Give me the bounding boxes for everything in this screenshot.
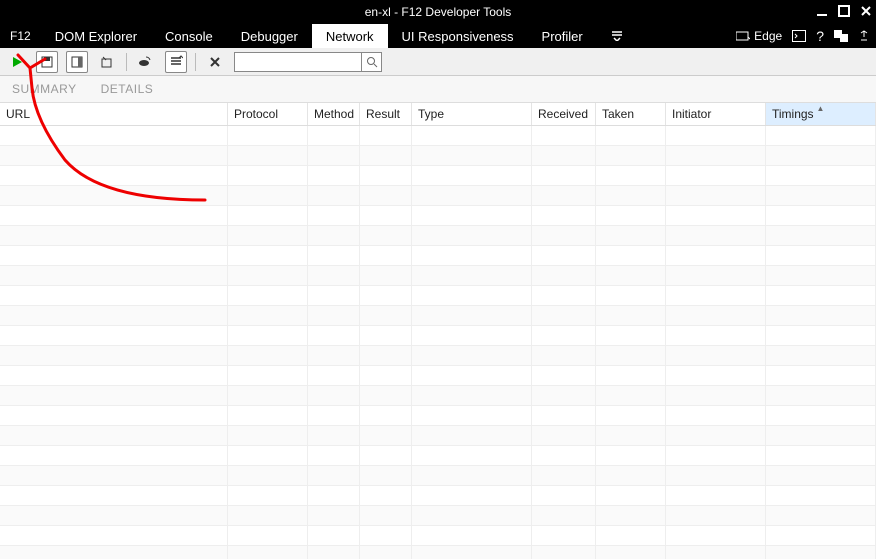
column-protocol[interactable]: Protocol [228,103,308,125]
minimize-button[interactable] [816,5,828,20]
content-type-filter-button[interactable] [165,51,187,73]
table-row [0,286,876,306]
grid-body [0,126,876,559]
table-row [0,146,876,166]
clear-session-button[interactable] [204,51,226,73]
menubar: F12 DOM Explorer Console Debugger Networ… [0,24,876,48]
search-box [234,52,382,72]
unpin-button[interactable] [858,30,870,42]
dock-button[interactable] [834,30,848,42]
column-result[interactable]: Result [360,103,412,125]
tab-network[interactable]: Network [312,24,388,48]
edge-target-button[interactable]: Edge [736,29,782,43]
window-controls [816,5,872,20]
network-toolbar [0,48,876,76]
table-row [0,546,876,559]
clear-cookies-button[interactable] [96,51,118,73]
clear-cache-button[interactable] [66,51,88,73]
table-row [0,166,876,186]
table-row [0,526,876,546]
subtab-summary[interactable]: SUMMARY [12,82,77,96]
table-row [0,206,876,226]
titlebar: en-xl - F12 Developer Tools [0,0,876,24]
grid-header: URL Protocol Method Result Type Received… [0,102,876,126]
export-har-button[interactable] [36,51,58,73]
table-row [0,186,876,206]
column-url[interactable]: URL [0,103,228,125]
table-row [0,486,876,506]
column-initiator[interactable]: Initiator [666,103,766,125]
table-row [0,386,876,406]
clear-on-navigate-button[interactable] [135,51,157,73]
column-received[interactable]: Received [532,103,596,125]
edge-label: Edge [754,29,782,43]
tab-profiler[interactable]: Profiler [528,24,597,48]
table-row [0,246,876,266]
network-subtabs: SUMMARY DETAILS [0,76,876,102]
maximize-button[interactable] [838,5,850,20]
window-title: en-xl - F12 Developer Tools [365,5,512,19]
close-button[interactable] [860,5,872,20]
table-row [0,346,876,366]
table-row [0,266,876,286]
overflow-toggle[interactable] [597,24,637,48]
table-row [0,326,876,346]
table-row [0,366,876,386]
table-row [0,406,876,426]
table-row [0,126,876,146]
table-row [0,466,876,486]
f12-label: F12 [0,24,41,48]
table-row [0,506,876,526]
search-button[interactable] [362,52,382,72]
table-row [0,426,876,446]
tab-console[interactable]: Console [151,24,227,48]
column-timings-label: Timings [772,107,814,121]
column-type[interactable]: Type [412,103,532,125]
sort-ascending-icon: ▲ [817,104,825,113]
tab-ui-responsiveness[interactable]: UI Responsiveness [388,24,528,48]
tab-dom-explorer[interactable]: DOM Explorer [41,24,151,48]
column-taken[interactable]: Taken [596,103,666,125]
help-button[interactable]: ? [816,28,824,44]
table-row [0,226,876,246]
tab-debugger[interactable]: Debugger [227,24,312,48]
table-row [0,446,876,466]
toolbar-divider-2 [195,53,196,71]
subtab-details[interactable]: DETAILS [101,82,154,96]
start-capture-button[interactable] [6,51,28,73]
column-timings[interactable]: Timings ▲ [766,103,876,125]
console-button[interactable] [792,30,806,42]
column-method[interactable]: Method [308,103,360,125]
table-row [0,306,876,326]
toolbar-divider [126,53,127,71]
search-input[interactable] [234,52,362,72]
